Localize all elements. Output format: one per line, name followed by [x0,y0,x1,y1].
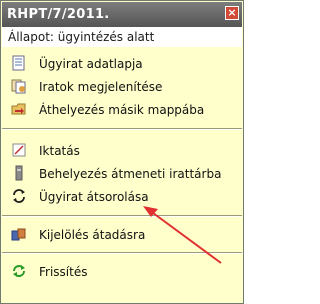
close-button[interactable]: × [225,6,239,20]
move-folder-icon [11,103,26,115]
close-icon: × [227,6,237,19]
menu-item-label: Ügyirat átsorolása [39,190,149,204]
menu-divider [2,215,242,217]
handover-icon [11,228,26,241]
status-line: Állapot: ügyintézés alatt [2,27,242,47]
document-icon [12,55,25,71]
menu-item-label: Áthelyezés másik mappába [39,103,205,117]
documents-view-icon [11,79,26,94]
menu-item-ugyirat-adatlapja[interactable]: Ügyirat adatlapja [11,54,233,74]
menu-item-frissites[interactable]: Frissítés [11,262,233,282]
menu-divider [2,252,242,254]
menu-item-label: Iktatás [39,144,80,158]
menu-item-athelyezes-masik-mappaba[interactable]: Áthelyezés másik mappába [11,100,233,120]
window-title: RHPT/7/2011. [7,7,110,22]
status-text: Állapot: ügyintézés alatt [8,30,155,44]
menu-item-behelyezes-atmeneti-irattarba[interactable]: Behelyezés átmeneti irattárba [11,164,233,184]
menu-item-label: Frissítés [39,265,88,279]
menu-item-label: Ügyirat adatlapja [39,57,143,71]
menu-item-iktatas[interactable]: Iktatás [11,141,233,161]
menu-item-iratok-megjelenitese[interactable]: Iratok megjelenítése [11,77,233,97]
menu-item-kijeloles-atadasra[interactable]: Kijelölés átadásra [11,225,233,245]
menu-item-ugyirat-atsorolasa[interactable]: Ügyirat átsorolása [11,187,233,207]
menu-item-label: Iratok megjelenítése [39,80,163,94]
title-bar: RHPT/7/2011. × [2,2,242,27]
register-icon [12,143,26,157]
context-menu-panel: RHPT/7/2011. × Állapot: ügyintézés alatt… [0,0,244,304]
menu-divider [2,128,242,130]
archive-icon [15,165,23,181]
menu-item-label: Behelyezés átmeneti irattárba [39,167,222,181]
reassign-icon [13,189,25,203]
refresh-icon [13,265,25,277]
menu-item-label: Kijelölés átadásra [39,228,146,242]
